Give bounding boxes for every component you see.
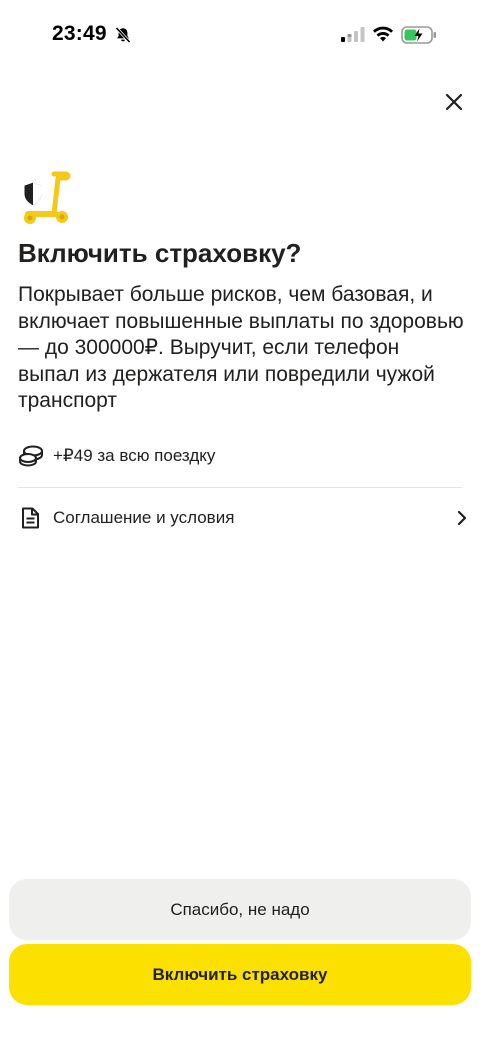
signal-icon <box>341 27 365 42</box>
close-icon <box>445 93 463 111</box>
scooter-shield-icon <box>22 171 71 224</box>
decline-button[interactable]: Спасибо, не надо <box>9 879 471 940</box>
divider <box>18 487 462 488</box>
terms-link[interactable]: Соглашение и условия <box>18 500 468 536</box>
price-row: +₽49 за всю поездку <box>18 440 462 472</box>
page-title: Включить страховку? <box>18 238 302 268</box>
document-icon <box>22 507 39 529</box>
battery-charging-icon <box>401 26 436 44</box>
bell-muted-icon <box>115 26 131 44</box>
price-text: +₽49 за всю поездку <box>53 446 216 465</box>
chevron-right-icon <box>457 510 467 526</box>
terms-label: Соглашение и условия <box>53 508 235 527</box>
enable-insurance-button[interactable]: Включить страховку <box>9 944 471 1005</box>
status-time: 23:49 <box>52 22 107 45</box>
wifi-icon <box>373 26 393 42</box>
insurance-description: Покрывает больше рисков, чем базовая, и … <box>18 283 464 412</box>
status-bar: 23:49 <box>0 0 480 70</box>
coins-icon <box>19 445 43 467</box>
close-button[interactable] <box>438 86 470 118</box>
